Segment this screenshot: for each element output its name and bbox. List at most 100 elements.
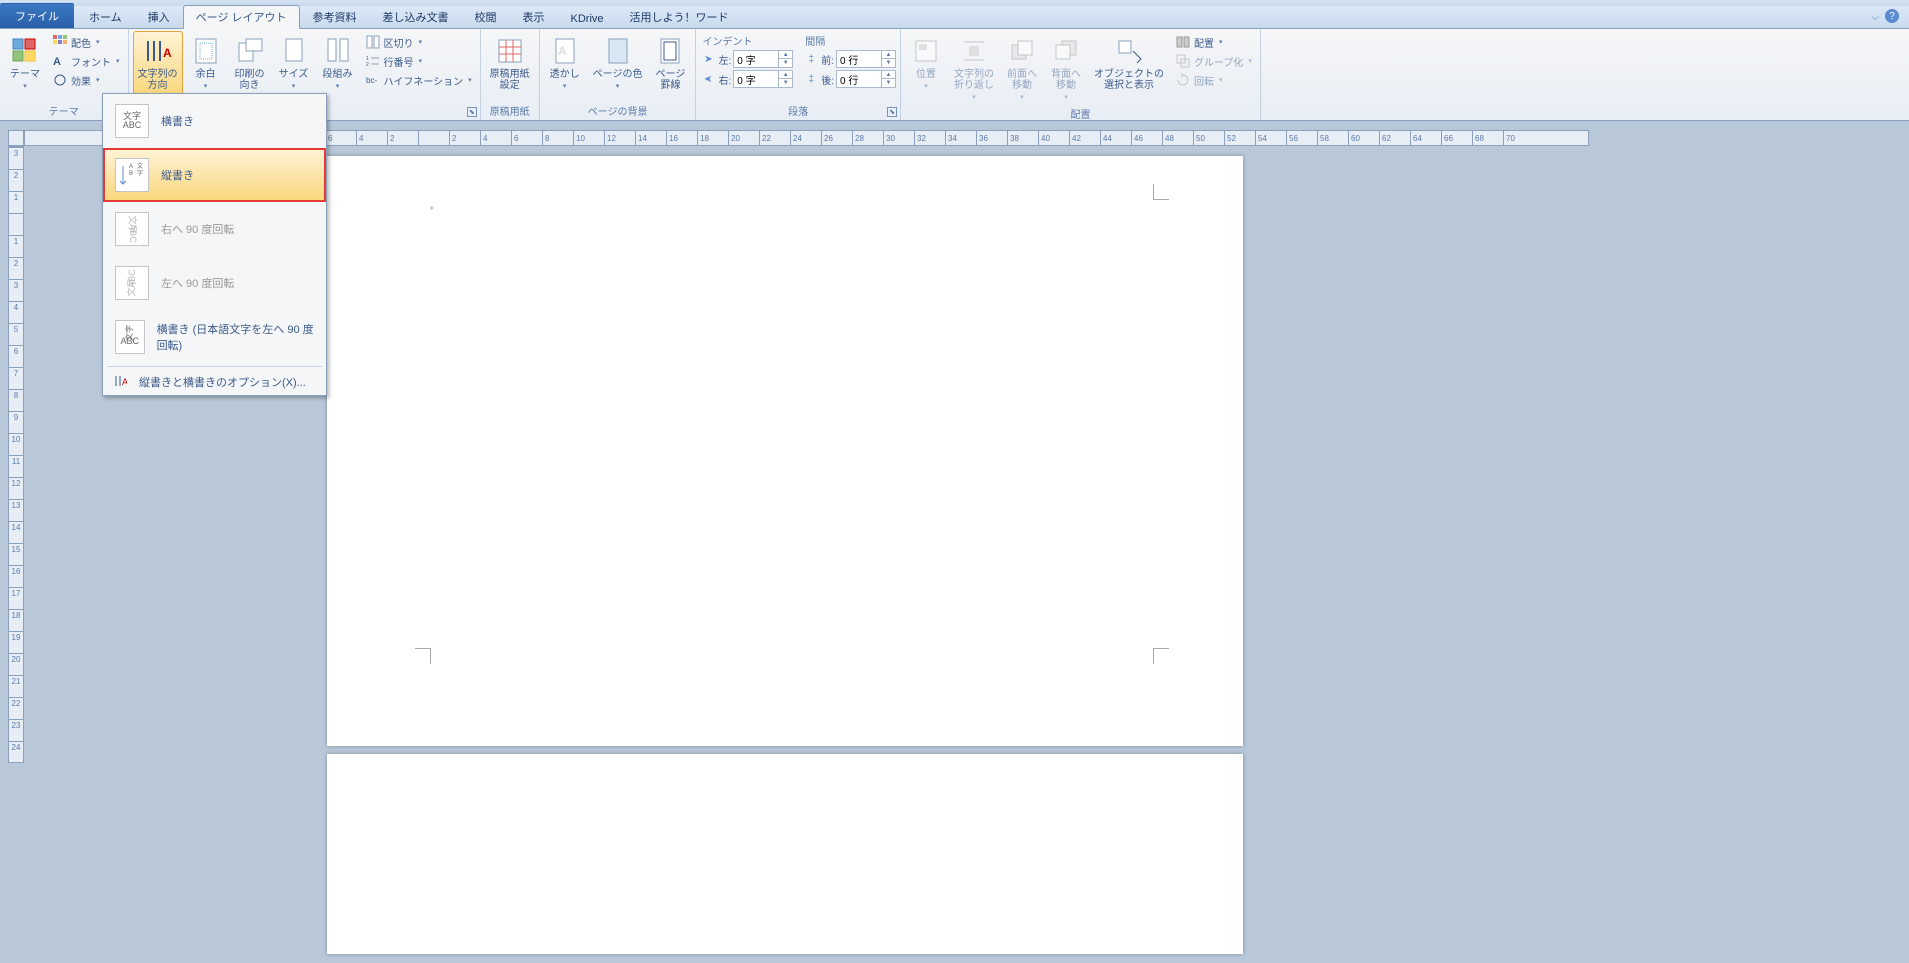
spacing-after-input[interactable] <box>837 74 881 85</box>
indent-right-icon: ➤ <box>700 72 716 86</box>
page-color-button[interactable]: ページの色▾ <box>588 31 648 94</box>
vertical-ruler[interactable]: 3211234567891011121314151617181920212223… <box>8 146 24 763</box>
size-icon <box>278 35 310 67</box>
columns-icon <box>322 35 354 67</box>
dropdown-options[interactable]: A 縦書きと横書きのオプション(X)... <box>103 369 326 395</box>
ruler-tick: 14 <box>9 521 23 532</box>
tab-file[interactable]: ファイル <box>0 3 74 28</box>
ruler-tick: 28 <box>852 131 864 145</box>
ruler-tick: 70 <box>1503 131 1515 145</box>
tab-view[interactable]: 表示 <box>510 5 558 28</box>
margins-icon <box>190 35 222 67</box>
tab-tips[interactable]: 活用しよう！ワード <box>617 5 742 28</box>
svg-text:文: 文 <box>137 162 143 170</box>
breaks-icon <box>365 34 381 50</box>
theme-fonts-button[interactable]: Aフォント▾ <box>48 52 124 70</box>
page-border-label: ページ 罫線 <box>656 69 686 91</box>
ruler-tick: 21 <box>9 675 23 686</box>
line-numbers-button[interactable]: 12行番号▾ <box>361 52 476 70</box>
tab-mailings[interactable]: 差し込み文書 <box>370 5 462 28</box>
margin-corner-br <box>1153 648 1169 664</box>
breaks-button[interactable]: 区切り▾ <box>361 33 476 51</box>
themes-button[interactable]: テーマ ▾ <box>4 31 46 94</box>
ribbon-minimize-icon[interactable]: ⌵ <box>1871 12 1879 23</box>
watermark-button[interactable]: A透かし▾ <box>544 31 586 94</box>
ruler-tick: 1 <box>9 191 23 202</box>
ruler-tick: 2 <box>387 131 394 145</box>
tab-references[interactable]: 参考資料 <box>300 5 370 28</box>
document-page-2[interactable] <box>327 754 1243 954</box>
size-button[interactable]: サイズ▾ <box>273 31 315 94</box>
document-page[interactable]: ₊ <box>327 156 1243 746</box>
theme-effects-button[interactable]: 効果▾ <box>48 71 124 89</box>
spacing-before-input[interactable] <box>837 54 881 65</box>
spin-up-icon[interactable]: ▲ <box>778 51 792 59</box>
ruler-tick: 60 <box>1348 131 1360 145</box>
text-direction-label: 文字列の 方向 <box>138 69 178 91</box>
fonts-icon: A <box>52 53 68 69</box>
indent-right-input[interactable] <box>734 74 778 85</box>
ruler-tick: 66 <box>1441 131 1453 145</box>
spacing-after-spinner[interactable]: ▲▼ <box>836 70 896 88</box>
ruler-tick: 16 <box>666 131 678 145</box>
ruler-tick: 11 <box>9 455 23 466</box>
spacing-after-label: 後: <box>821 72 834 87</box>
columns-button[interactable]: 段組み▾ <box>317 31 359 94</box>
page-border-button[interactable]: ページ 罫線 <box>649 31 691 95</box>
margins-button[interactable]: 余白▾ <box>185 31 227 94</box>
ruler-tick: 16 <box>9 565 23 576</box>
orientation-label: 印刷の 向き <box>235 69 265 91</box>
spacing-title: 間隔 <box>803 33 896 48</box>
ruler-tick: 9 <box>9 411 23 422</box>
group-paragraph-label: 段落 <box>700 102 896 120</box>
indent-left-spinner[interactable]: ▲▼ <box>733 50 793 68</box>
backward-label: 背面へ 移動 <box>1051 69 1081 91</box>
spacing-before-spinner[interactable]: ▲▼ <box>836 50 896 68</box>
paragraph-mark: ₊ <box>429 200 435 213</box>
text-direction-button[interactable]: A 文字列の 方向 <box>133 31 183 95</box>
theme-colors-button[interactable]: 配色▾ <box>48 33 124 51</box>
indent-left-input[interactable] <box>734 54 778 65</box>
dropdown-item-horizontal[interactable]: 文字ABC 横書き <box>103 94 326 148</box>
colors-icon <box>52 34 68 50</box>
ruler-tick: 2 <box>9 169 23 180</box>
align-button[interactable]: 配置▾ <box>1171 33 1256 51</box>
rotate-label: 回転 <box>1194 73 1214 88</box>
tab-review[interactable]: 校閲 <box>462 5 510 28</box>
dropdown-item-rotate-left: ABC文字 左へ 90 度回転 <box>103 256 326 310</box>
help-icon[interactable]: ? <box>1885 9 1899 23</box>
ruler-tick: 10 <box>9 433 23 444</box>
tab-insert[interactable]: 挿入 <box>135 5 183 28</box>
effects-label: 効果 <box>71 73 91 88</box>
group-arrange: 位置▾ 文字列の 折り返し▾ 前面へ 移動▾ 背面へ 移動▾ オブジェクトの 選… <box>901 29 1261 120</box>
dropdown-item-vertical[interactable]: 文字AB 縦書き <box>103 148 326 202</box>
colors-label: 配色 <box>71 35 91 50</box>
ruler-tick: 3 <box>9 147 23 158</box>
group-paragraph: インデント ➤ 左: ▲▼ ➤ 右: ▲▼ 間隔 ‡ 前: ▲▼ <box>696 29 901 120</box>
paragraph-launcher[interactable]: ⬊ <box>887 107 897 117</box>
genko-label: 原稿用紙 設定 <box>490 69 530 91</box>
page-setup-launcher[interactable]: ⬊ <box>467 107 477 117</box>
group-page-background: A透かし▾ ページの色▾ ページ 罫線 ページの背景 <box>540 29 697 120</box>
ruler-tick: 18 <box>9 609 23 620</box>
dropdown-vertical-label: 縦書き <box>161 167 194 183</box>
tab-page-layout[interactable]: ページ レイアウト <box>183 5 300 29</box>
tab-home[interactable]: ホーム <box>76 5 135 28</box>
ruler-tick: 6 <box>511 131 518 145</box>
selection-pane-button[interactable]: オブジェクトの 選択と表示 <box>1089 31 1169 95</box>
genko-button[interactable]: 原稿用紙 設定 <box>485 31 535 95</box>
spin-down-icon[interactable]: ▼ <box>778 59 792 67</box>
wrap-text-button: 文字列の 折り返し▾ <box>949 31 999 105</box>
dropdown-item-horizontal-jp[interactable]: 文字ABC 横書き (日本語文字を左へ 90 度回転) <box>103 310 326 364</box>
tab-kdrive[interactable]: KDrive <box>558 9 617 28</box>
chevron-down-icon: ▾ <box>23 82 27 90</box>
ruler-tick: 4 <box>480 131 487 145</box>
bring-forward-button: 前面へ 移動▾ <box>1001 31 1043 105</box>
ruler-tick: 32 <box>914 131 926 145</box>
indent-right-spinner[interactable]: ▲▼ <box>733 70 793 88</box>
horizontal-icon: 文字ABC <box>115 104 149 138</box>
svg-text:A: A <box>129 164 133 170</box>
ruler-tick: 44 <box>1100 131 1112 145</box>
position-label: 位置 <box>916 69 936 80</box>
hyphenation-button[interactable]: bc-ハイフネーション▾ <box>361 71 476 89</box>
